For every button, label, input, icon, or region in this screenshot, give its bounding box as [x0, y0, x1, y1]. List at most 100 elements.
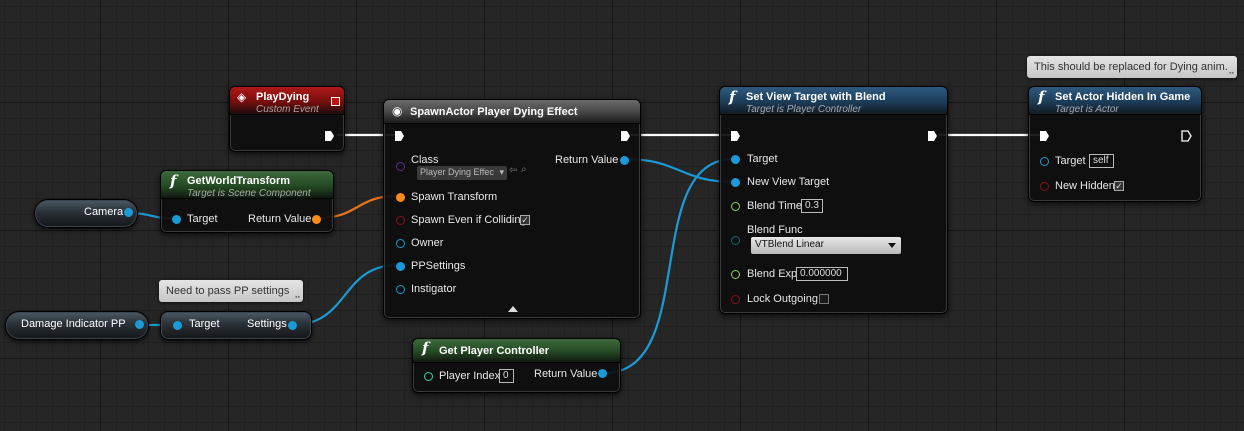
function-icon: f [729, 88, 736, 106]
comment-resize-grip[interactable]: ▪▪ [1229, 70, 1234, 77]
return-value-pin[interactable] [620, 156, 629, 165]
use-selected-icon[interactable]: ⇦ [509, 165, 517, 176]
comment-pp-settings[interactable]: Need to pass PP settings ▪▪ [159, 280, 303, 302]
new-view-target-pin[interactable] [731, 178, 740, 187]
spawn-transform-pin[interactable] [396, 193, 405, 202]
exec-out-pin[interactable] [927, 130, 938, 142]
node-subtitle: Custom Event [256, 104, 319, 115]
node-set-actor-hidden-in-game[interactable]: f Set Actor Hidden In Game Target is Act… [1028, 86, 1202, 202]
comment-resize-grip[interactable]: ▪▪ [295, 294, 300, 301]
class-picker-value: Player Dying Effec [420, 167, 494, 177]
new-hidden-pin[interactable] [1040, 182, 1049, 191]
owner-pin[interactable] [396, 239, 405, 248]
class-label: Class [411, 154, 439, 166]
node-get-player-controller[interactable]: f Get Player Controller Player Index 0 R… [412, 338, 621, 393]
node-title: GetWorldTransform [187, 175, 291, 187]
node-subtitle: Target is Actor [1055, 104, 1119, 115]
new-hidden-label: New Hidden [1055, 180, 1115, 192]
blend-func-dropdown[interactable]: VTBlend Linear [751, 237, 901, 254]
blend-exp-pin[interactable] [731, 270, 740, 279]
node-subtitle: Target is Scene Component [187, 188, 311, 199]
node-play-dying[interactable]: ◈ PlayDying Custom Event [229, 86, 345, 152]
exec-in-pin[interactable] [1039, 130, 1050, 142]
damage-indicator-pp-variable-node[interactable]: Damage Indicator PP [5, 311, 149, 340]
event-diamond-icon: ◈ [237, 90, 247, 104]
target-label: Target [1055, 155, 1086, 167]
node-header: f GetWorldTransform Target is Scene Comp… [161, 171, 333, 199]
comment-dying-anim[interactable]: This should be replaced for Dying anim. … [1027, 56, 1237, 78]
return-value-pin[interactable] [312, 215, 321, 224]
new-view-target-label: New View Target [747, 176, 830, 188]
return-value-label: Return Value [248, 213, 312, 225]
owner-label: Owner [411, 237, 444, 249]
blend-exp-label: Blend Exp [747, 268, 798, 280]
new-hidden-checkbox[interactable]: ✓ [1114, 181, 1124, 191]
function-icon: f [1038, 88, 1045, 106]
spawn-even-if-colliding-label: Spawn Even if Colliding [411, 214, 527, 226]
return-value-label: Return Value [555, 154, 619, 166]
variable-label: Camera [84, 206, 124, 218]
instigator-label: Instigator [411, 283, 457, 295]
exec-out-pin[interactable] [324, 130, 335, 142]
exec-in-pin[interactable] [730, 130, 741, 142]
settings-pin[interactable] [288, 321, 297, 330]
node-title: Get Player Controller [439, 345, 550, 357]
target-pin[interactable] [731, 155, 740, 164]
blend-time-pin[interactable] [731, 202, 740, 211]
target-self-input[interactable]: self [1089, 154, 1114, 168]
spawn-even-if-colliding-checkbox[interactable]: ✓ [520, 215, 530, 225]
exec-out-pin[interactable] [620, 130, 631, 142]
target-pin[interactable] [1040, 157, 1049, 166]
camera-variable-node[interactable]: Camera [34, 199, 138, 228]
lock-outgoing-pin[interactable] [731, 295, 740, 304]
node-title: PlayDying [256, 91, 310, 103]
target-pin[interactable] [173, 321, 182, 330]
spawn-actor-icon: ◉ [392, 104, 403, 118]
chevron-down-icon [888, 243, 896, 248]
class-picker[interactable]: Player Dying Effec ▾ [417, 166, 507, 180]
node-set-view-target-with-blend[interactable]: f Set View Target with Blend Target is P… [719, 86, 948, 314]
expand-arrow-icon[interactable] [508, 306, 518, 312]
exec-in-pin[interactable] [394, 130, 405, 142]
spawn-even-if-colliding-pin[interactable] [396, 216, 405, 225]
blend-func-pin[interactable] [731, 236, 740, 245]
variable-label: Damage Indicator PP [21, 318, 126, 330]
target-pin[interactable] [172, 215, 181, 224]
blend-exp-input[interactable]: 0.000000 [796, 267, 848, 281]
player-index-input[interactable]: 0 [499, 369, 514, 383]
settings-label: Settings [247, 318, 287, 330]
blend-func-value: VTBlend Linear [755, 239, 824, 250]
node-header: f Set View Target with Blend Target is P… [720, 87, 947, 115]
instigator-pin[interactable] [396, 285, 405, 294]
player-index-label: Player Index [439, 370, 501, 382]
player-index-pin[interactable] [424, 372, 433, 381]
spawn-transform-label: Spawn Transform [411, 191, 498, 203]
chevron-down-icon: ▾ [499, 167, 504, 177]
class-pin[interactable] [396, 162, 405, 171]
node-get-world-transform[interactable]: f GetWorldTransform Target is Scene Comp… [160, 170, 334, 233]
return-value-pin[interactable] [598, 369, 607, 378]
delegate-pin[interactable] [331, 97, 340, 106]
node-spawn-actor[interactable]: ◉ SpawnActor Player Dying Effect Class P… [383, 99, 641, 319]
target-label: Target [187, 213, 218, 225]
break-pp-settings-node[interactable]: Target Settings [160, 311, 312, 340]
comment-text: This should be replaced for Dying anim. [1034, 61, 1228, 73]
target-label: Target [189, 318, 220, 330]
exec-out-pin-unconnected[interactable] [1181, 130, 1192, 142]
blend-time-input[interactable]: 0.3 [801, 199, 823, 213]
node-header: f Get Player Controller [413, 339, 620, 363]
lock-outgoing-checkbox[interactable] [819, 294, 829, 304]
variable-out-pin[interactable] [135, 320, 144, 329]
function-icon: f [170, 172, 177, 190]
function-icon: f [422, 339, 429, 357]
blend-func-label: Blend Func [747, 224, 803, 236]
target-label: Target [747, 153, 778, 165]
node-title: Set Actor Hidden In Game [1055, 91, 1191, 103]
node-header: ◈ PlayDying Custom Event [230, 87, 344, 115]
pp-settings-pin[interactable] [396, 262, 405, 271]
node-header: f Set Actor Hidden In Game Target is Act… [1029, 87, 1201, 115]
variable-out-pin[interactable] [124, 208, 133, 217]
browse-icon[interactable]: ⌕ [521, 164, 527, 175]
comment-text: Need to pass PP settings [166, 285, 290, 297]
blend-time-label: Blend Time [747, 200, 803, 212]
